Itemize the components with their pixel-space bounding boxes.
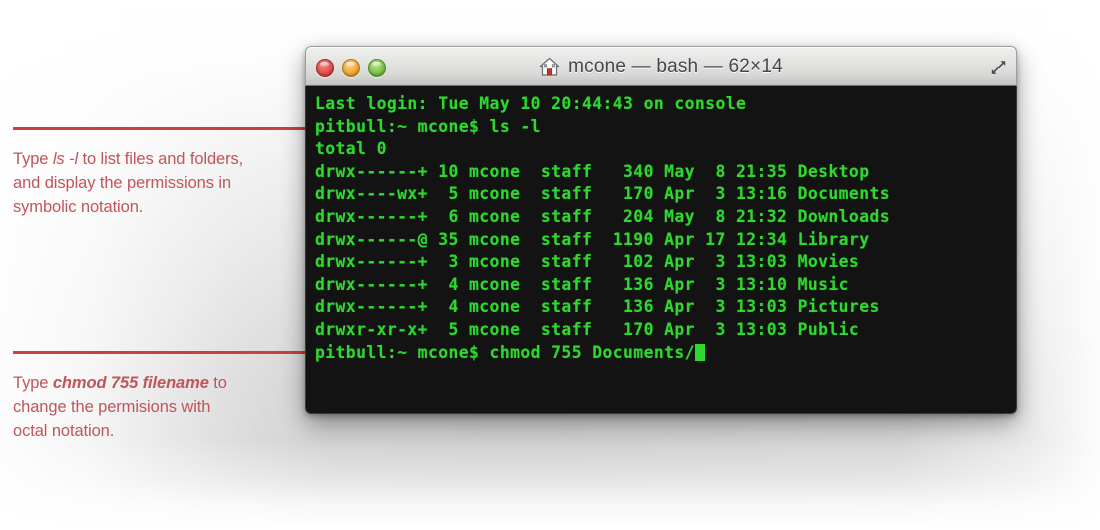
annotation-ls-text: Type ls -l to list files and folders, an… [13,147,245,219]
terminal-line: drwx------+ 3 mcone staff 102 Apr 3 13:0… [315,252,860,272]
window-title-group: mcone — bash — 62×14 [306,47,1016,87]
terminal-line: Last login: Tue May 10 20:44:43 on conso… [315,94,747,113]
terminal-output-area[interactable]: Last login: Tue May 10 20:44:43 on conso… [305,86,1017,414]
annotation-ls-part-0: Type [13,150,53,168]
terminal-line: drwx----wx+ 5 mcone staff 170 Apr 3 13:1… [315,184,891,204]
terminal-window[interactable]: mcone — bash — 62×14 Last login: Tue May… [305,46,1017,414]
annotation-chmod: Type chmod 755 filename to change the pe… [13,351,305,443]
window-title-bar[interactable]: mcone — bash — 62×14 [305,46,1017,86]
page-background: Type ls -l to list files and folders, an… [0,0,1100,530]
annotation-chmod-command: chmod 755 filename [52,374,209,392]
terminal-prompt-line[interactable]: pitbull:~ mcone$ chmod 755 Documents/ [315,342,1016,365]
fullscreen-arrows-icon[interactable] [989,58,1008,77]
annotation-ls: Type ls -l to list files and folders, an… [13,127,305,219]
terminal-line: drwxr-xr-x+ 5 mcone staff 170 Apr 3 13:0… [315,319,860,339]
home-icon [539,57,560,77]
terminal-prompt-text: pitbull:~ mcone$ chmod 755 Documents/ [315,342,695,362]
terminal-line: total 0 [315,139,387,159]
terminal-line: drwx------@ 35 mcone staff 1190 Apr 17 1… [315,229,870,249]
terminal-line: drwx------+ 4 mcone staff 136 Apr 3 13:0… [315,297,880,317]
terminal-line: drwx------+ 4 mcone staff 136 Apr 3 13:1… [315,274,849,294]
annotation-ls-command: ls -l [52,150,79,168]
annotation-leader-line [13,351,305,354]
annotation-chmod-part-0: Type [13,374,53,392]
annotation-leader-line [13,127,305,130]
terminal-line: pitbull:~ mcone$ ls -l [315,116,541,136]
annotation-chmod-text: Type chmod 755 filename to change the pe… [13,371,245,443]
terminal-line: drwx------+ 6 mcone staff 204 May 8 21:3… [315,206,891,226]
terminal-line: drwx------+ 10 mcone staff 340 May 8 21:… [315,161,870,181]
window-title: mcone — bash — 62×14 [568,56,783,77]
block-cursor [694,343,705,361]
